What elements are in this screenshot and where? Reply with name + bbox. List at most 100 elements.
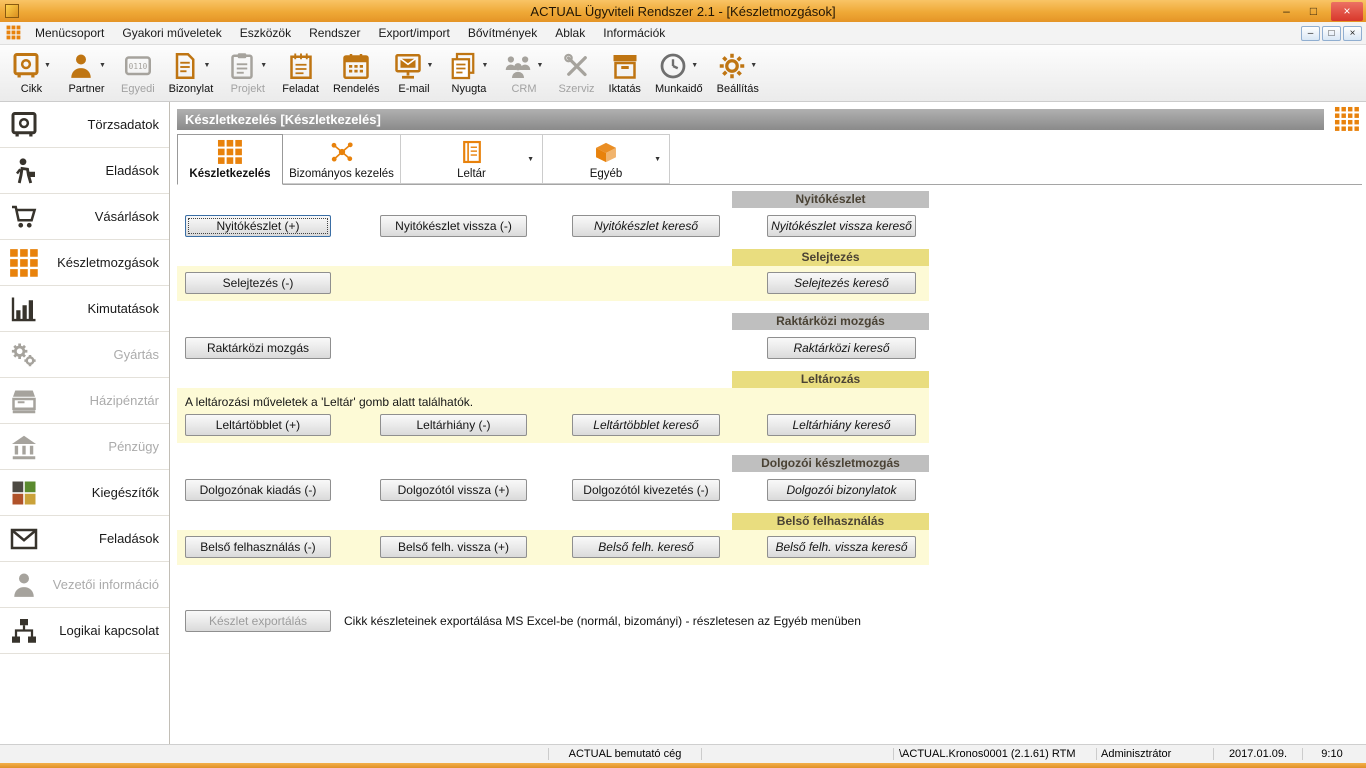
menu-eszkozok[interactable]: Eszközök <box>231 22 300 44</box>
button-nyitokeszlet-vissza-kereso[interactable]: Nyitókészlet vissza kereső <box>767 215 916 237</box>
dropdown-arrow-icon[interactable]: ▼ <box>750 62 758 69</box>
dropdown-arrow-icon[interactable]: ▼ <box>536 62 544 69</box>
menu-menucsoport[interactable]: Menücsoport <box>26 22 113 44</box>
dropdown-arrow-icon[interactable]: ▼ <box>691 62 699 69</box>
dropdown-arrow-icon[interactable]: ▼ <box>44 62 52 69</box>
dropdown-arrow-icon[interactable]: ▼ <box>527 156 534 163</box>
sidebar-label: Készletmozgások <box>39 255 159 270</box>
mdi-close-button[interactable]: × <box>1343 26 1362 41</box>
mdi-restore-button[interactable]: □ <box>1322 26 1341 41</box>
button-belso-felh-vissza[interactable]: Belső felh. vissza (+) <box>380 536 527 558</box>
menu-bovitmenyek[interactable]: Bővítmények <box>459 22 546 44</box>
close-button[interactable]: × <box>1331 2 1363 21</box>
toolbar-label: Szerviz <box>558 83 594 95</box>
sidebar-item-gyartas: Gyártás <box>0 332 169 378</box>
button-selejtezes-kereso[interactable]: Selejtezés kereső <box>767 272 916 294</box>
button-leltarhiany[interactable]: Leltárhiány (-) <box>380 414 527 436</box>
toolbar-cikk[interactable]: ▼Cikk <box>4 45 59 95</box>
tabbar: KészletkezelésBizományos kezelésLeltár▼E… <box>177 134 1362 185</box>
toolbar-icon-area: ▼ <box>66 50 107 81</box>
toolbar-munkaido[interactable]: ▼Munkaidő <box>648 45 710 95</box>
button-leltartobblet[interactable]: Leltártöbblet (+) <box>185 414 331 436</box>
window-controls: –□ × <box>1273 0 1363 22</box>
toolbar: ▼Cikk▼Partner0110Egyedi▼Bizonylat▼Projek… <box>0 45 1366 102</box>
tab-egyeb[interactable]: Egyéb ▼ <box>543 134 670 184</box>
tab-keszletkezeles[interactable]: Készletkezelés <box>177 134 283 185</box>
dropdown-arrow-icon[interactable]: ▼ <box>99 62 107 69</box>
tab-bizomanyos-kezeles[interactable]: Bizományos kezelés <box>283 134 401 184</box>
dropdown-arrow-icon[interactable]: ▼ <box>654 156 661 163</box>
toolbar-iktatas[interactable]: Iktatás <box>602 45 648 95</box>
sidebar-item-kimutatasok[interactable]: Kimutatások <box>0 286 169 332</box>
button-selejtezes[interactable]: Selejtezés (-) <box>185 272 331 294</box>
sidebar-item-feladasok[interactable]: Feladások <box>0 516 169 562</box>
minimize-button[interactable]: – <box>1273 4 1300 18</box>
button-dolgozoi-bizonylatok[interactable]: Dolgozói bizonylatok <box>767 479 916 501</box>
menu-gyakori-muveletek[interactable]: Gyakori műveletek <box>113 22 230 44</box>
button-belso-felh-kereso[interactable]: Belső felh. kereső <box>572 536 720 558</box>
button-dolgozotol-vissza[interactable]: Dolgozótól vissza (+) <box>380 479 527 501</box>
gears-icon <box>9 340 39 370</box>
button-dolgozotol-kivezetes[interactable]: Dolgozótól kivezetés (-) <box>572 479 720 501</box>
menu-rendszer[interactable]: Rendszer <box>300 22 369 44</box>
toolbar-partner[interactable]: ▼Partner <box>59 45 114 95</box>
toolbar-feladat[interactable]: Feladat <box>275 45 326 95</box>
sidebar-item-logikai-kapcsolat[interactable]: Logikai kapcsolat <box>0 608 169 654</box>
sidebar: TörzsadatokEladásokVásárlások Készletmozg… <box>0 102 170 744</box>
section-title: Dolgozói készletmozgás <box>732 455 929 472</box>
content-header-row: Készletkezelés [Készletkezelés] <box>177 107 1362 131</box>
main-panel: Készletkezelés [Készletkezelés] Készletk… <box>170 102 1366 744</box>
sidebar-item-kiegeszitok[interactable]: Kiegészítők <box>0 470 169 516</box>
dropdown-arrow-icon[interactable]: ▼ <box>426 62 434 69</box>
section-body: Selejtezés (-) Selejtezés kereső <box>177 266 929 301</box>
button-leltartobblet-kereso[interactable]: Leltártöbblet kereső <box>572 414 720 436</box>
dropdown-arrow-icon[interactable]: ▼ <box>481 62 489 69</box>
menu-grid-icon[interactable] <box>6 25 22 41</box>
menu-informaciok[interactable]: Információk <box>594 22 674 44</box>
sidebar-item-keszletmozgasok[interactable]: Készletmozgások <box>0 240 169 286</box>
section-raktarkozi-mozgas: Raktárközi mozgásRaktárközi mozgásRaktár… <box>177 313 929 359</box>
mdi-minimize-button[interactable]: – <box>1301 26 1320 41</box>
tab-label: Bizományos kezelés <box>289 168 394 180</box>
section-title: Raktárközi mozgás <box>732 313 929 330</box>
safe-icon <box>9 110 39 140</box>
dropdown-arrow-icon[interactable]: ▼ <box>260 62 268 69</box>
button-raktarkozi-mozgas[interactable]: Raktárközi mozgás <box>185 337 331 359</box>
sidebar-item-torzsadatok[interactable]: Törzsadatok <box>0 102 169 148</box>
toolbar-nyugta[interactable]: ▼Nyugta <box>441 45 496 95</box>
button-dolgozonak-kiadas[interactable]: Dolgozónak kiadás (-) <box>185 479 331 501</box>
tab-label: Egyéb <box>590 168 623 180</box>
archive-icon <box>610 51 640 81</box>
toolbar-beallitas[interactable]: ▼Beállítás <box>710 45 766 95</box>
dropdown-arrow-icon[interactable]: ▼ <box>203 62 211 69</box>
sidebar-item-eladasok[interactable]: Eladások <box>0 148 169 194</box>
sidebar-label: Házipénztár <box>39 393 159 408</box>
toolbar-szerviz: Szerviz <box>551 45 601 95</box>
button-nyitokeszlet-kereso[interactable]: Nyitókészlet kereső <box>572 215 720 237</box>
section-body: Raktárközi mozgás Raktárközi kereső <box>177 330 929 359</box>
button-row: Leltártöbblet (+) Leltárhiány (-) Leltártö… <box>177 414 929 436</box>
section-belso-felhasznalas: Belső felhasználásBelső felhasználás (-)… <box>177 513 929 565</box>
button-belso-felh-vissza-kereso[interactable]: Belső felh. vissza kereső <box>767 536 916 558</box>
menu-export-import[interactable]: Export/import <box>369 22 458 44</box>
sidebar-item-vasarlasok[interactable]: Vásárlások <box>0 194 169 240</box>
tab-leltar[interactable]: Leltár▼ <box>401 134 543 184</box>
toolbar-icon-area: ▼ <box>503 50 544 81</box>
menu-items: MenücsoportGyakori műveletekEszközökRend… <box>26 22 674 44</box>
chart-icon <box>9 294 39 324</box>
button-raktarkozi-kereso[interactable]: Raktárközi kereső <box>767 337 916 359</box>
toolbar-bizonylat[interactable]: ▼Bizonylat <box>162 45 221 95</box>
button-belso-felhasznalas[interactable]: Belső felhasználás (-) <box>185 536 331 558</box>
statusbar-separator <box>893 748 894 760</box>
toolbar-e-mail[interactable]: ▼E-mail <box>386 45 441 95</box>
section-leltarozas: LeltározásA leltározási műveletek a 'Lel… <box>177 371 929 443</box>
button-nyitokeszlet[interactable]: Nyitókészlet (+) <box>185 215 331 237</box>
button-row: Dolgozónak kiadás (-) Dolgozótól vissza (… <box>177 479 929 501</box>
status-date: 2017.01.09. <box>1216 746 1300 763</box>
maximize-button[interactable]: □ <box>1300 4 1327 18</box>
toolbar-rendeles[interactable]: Rendelés <box>326 45 386 95</box>
button-nyitokeszlet-vissza[interactable]: Nyitókészlet vissza (-) <box>380 215 527 237</box>
button-leltarhiany-kereso[interactable]: Leltárhiány kereső <box>767 414 916 436</box>
apps-grid-icon[interactable] <box>1334 106 1360 132</box>
menu-ablak[interactable]: Ablak <box>546 22 594 44</box>
